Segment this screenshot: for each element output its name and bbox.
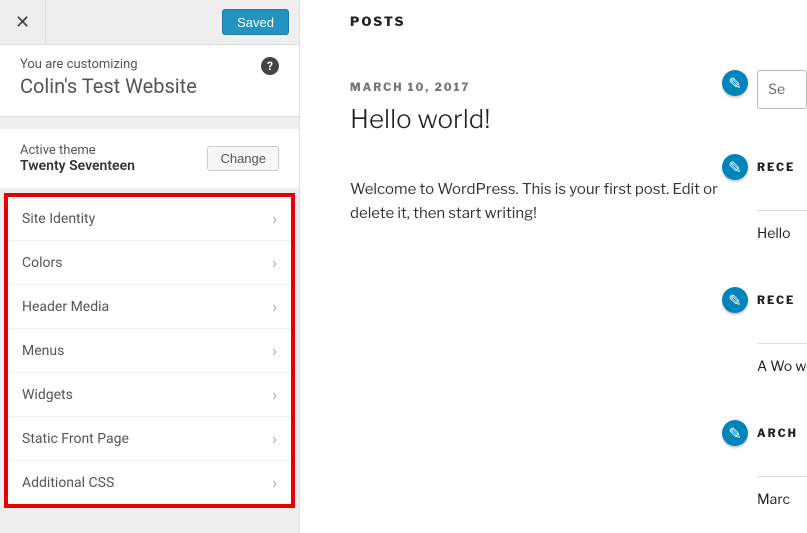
pencil-icon: ✎ (728, 74, 741, 93)
search-widget: ✎ Se (757, 70, 807, 109)
chevron-right-icon: › (272, 429, 277, 448)
search-input[interactable]: Se (757, 70, 807, 109)
panel-label: Widgets (22, 387, 73, 403)
widget-title: RECE (757, 293, 807, 319)
customizer-sidebar: ✕ Saved You are customizing Colin's Test… (0, 0, 300, 533)
chevron-right-icon: › (272, 341, 277, 360)
customizer-topbar: ✕ Saved (0, 0, 299, 45)
active-theme-label: Active theme (20, 143, 135, 158)
pencil-icon: ✎ (728, 158, 741, 177)
edit-widget-button[interactable]: ✎ (722, 420, 748, 446)
chevron-right-icon: › (272, 473, 277, 492)
edit-widget-button[interactable]: ✎ (722, 287, 748, 313)
chevron-right-icon: › (272, 297, 277, 316)
panel-label: Header Media (22, 299, 109, 315)
close-button[interactable]: ✕ (0, 0, 46, 44)
recent-comment-link[interactable]: A Wo world (757, 343, 807, 375)
panel-label: Site Identity (22, 211, 95, 227)
chevron-right-icon: › (272, 209, 277, 228)
panel-header-media[interactable]: Header Media › (8, 285, 291, 329)
theme-preview: POSTS MARCH 10, 2017 Hello world! Welcom… (300, 0, 807, 533)
posts-heading: POSTS (350, 14, 807, 30)
pencil-icon: ✎ (728, 291, 741, 310)
panel-label: Additional CSS (22, 475, 114, 491)
active-theme-name: Twenty Seventeen (20, 158, 135, 174)
widget-title: RECE (757, 160, 807, 186)
search-placeholder: Se (768, 81, 785, 98)
edit-widget-button[interactable]: ✎ (722, 70, 748, 96)
topbar-spacer (46, 0, 212, 44)
recent-posts-widget: ✎ RECE Hello (757, 154, 807, 242)
chevron-right-icon: › (272, 253, 277, 272)
panel-colors[interactable]: Colors › (8, 241, 291, 285)
panel-label: Static Front Page (22, 431, 129, 447)
archives-widget: ✎ ARCH Marc (757, 420, 807, 508)
close-icon: ✕ (15, 12, 30, 33)
help-icon[interactable]: ? (261, 57, 279, 75)
customizing-header: You are customizing Colin's Test Website… (0, 45, 299, 117)
customizing-label: You are customizing (20, 57, 279, 72)
site-title: Colin's Test Website (20, 74, 279, 98)
panel-widgets[interactable]: Widgets › (8, 373, 291, 417)
widget-area: ✎ Se ✎ RECE Hello ✎ RECE A Wo world ✎ AR… (757, 70, 807, 533)
change-theme-button[interactable]: Change (207, 146, 279, 171)
post-body: Welcome to WordPress. This is your first… (350, 177, 720, 225)
active-theme-row: Active theme Twenty Seventeen Change (0, 129, 299, 189)
recent-post-link[interactable]: Hello (757, 210, 807, 242)
post: MARCH 10, 2017 Hello world! Welcome to W… (350, 80, 807, 225)
pencil-icon: ✎ (728, 424, 741, 443)
edit-widget-button[interactable]: ✎ (722, 154, 748, 180)
archive-link[interactable]: Marc (757, 476, 807, 508)
saved-button[interactable]: Saved (222, 9, 289, 35)
panel-static-front-page[interactable]: Static Front Page › (8, 417, 291, 461)
chevron-right-icon: › (272, 385, 277, 404)
post-title[interactable]: Hello world! (350, 104, 807, 135)
recent-comments-widget: ✎ RECE A Wo world (757, 287, 807, 375)
panel-site-identity[interactable]: Site Identity › (8, 197, 291, 241)
panel-label: Menus (22, 343, 64, 359)
panel-label: Colors (22, 255, 62, 271)
panel-additional-css[interactable]: Additional CSS › (8, 461, 291, 504)
widget-title: ARCH (757, 426, 807, 452)
customizer-panels: Site Identity › Colors › Header Media › … (4, 193, 295, 508)
panel-menus[interactable]: Menus › (8, 329, 291, 373)
